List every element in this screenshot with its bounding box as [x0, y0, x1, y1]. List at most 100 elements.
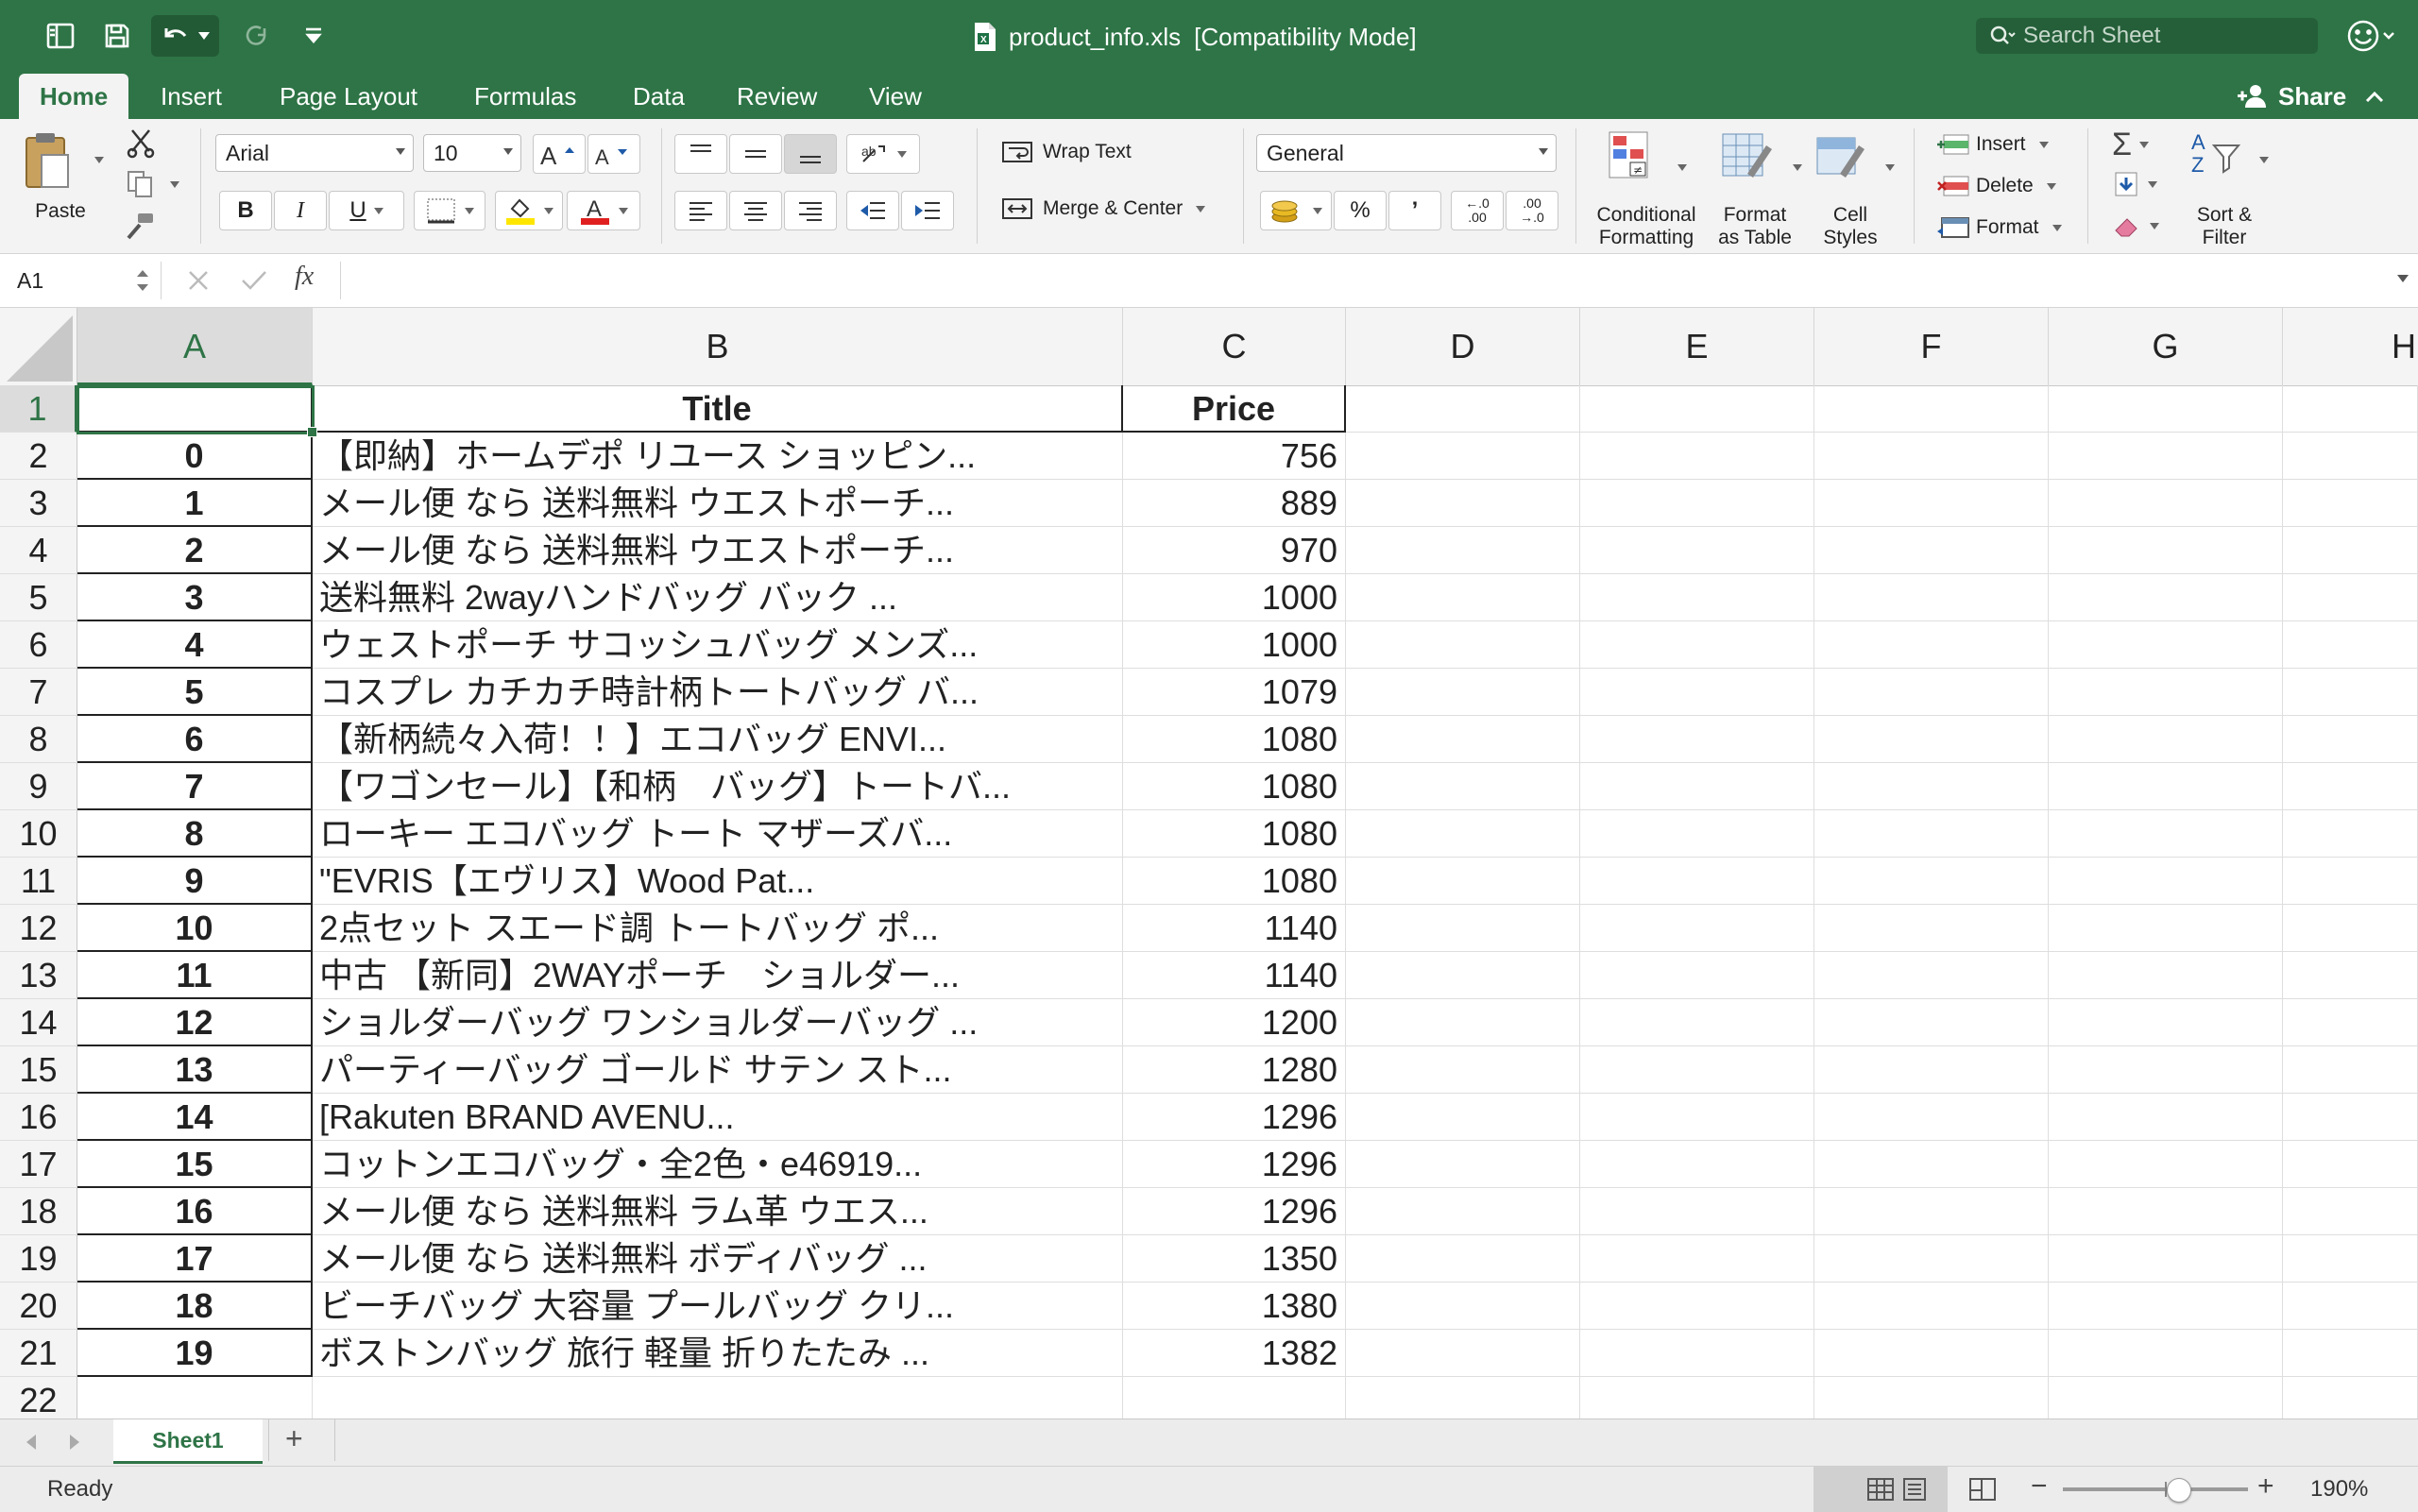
row-header[interactable]: 7 [0, 669, 77, 716]
cell-price[interactable]: 1080 [1123, 763, 1346, 810]
insert-cells-button[interactable]: Insert [1936, 128, 2049, 161]
cell-price[interactable]: 1296 [1123, 1141, 1346, 1188]
insert-function-icon[interactable]: fx [295, 262, 314, 292]
cell[interactable] [1580, 621, 1814, 669]
cell[interactable] [2049, 480, 2283, 527]
cell-index[interactable]: 8 [77, 810, 313, 858]
cell-title[interactable]: "EVRIS【エヴリス】Wood Pat... [313, 858, 1123, 905]
cell[interactable] [1346, 527, 1580, 574]
cell[interactable] [1346, 1188, 1580, 1235]
tab-home[interactable]: Home [19, 74, 129, 119]
cell[interactable] [2049, 385, 2283, 433]
cell-index[interactable]: 11 [77, 952, 313, 999]
increase-font-size-button[interactable]: A [533, 134, 586, 174]
cell-title[interactable]: コスプレ カチカチ時計柄トートバッグ バ... [313, 669, 1123, 716]
cell[interactable] [2049, 433, 2283, 480]
tab-page-layout[interactable]: Page Layout [280, 74, 417, 119]
cell-price[interactable]: 1140 [1123, 905, 1346, 952]
tab-formulas[interactable]: Formulas [474, 74, 576, 119]
cell-title[interactable]: メール便 なら 送料無料 ウエストポーチ... [313, 527, 1123, 574]
cell-price[interactable]: 1296 [1123, 1094, 1346, 1141]
font-size-select[interactable]: 10 [423, 134, 521, 172]
paste-button[interactable] [21, 130, 77, 196]
cell[interactable] [1580, 1283, 1814, 1330]
row-header[interactable]: 17 [0, 1141, 77, 1188]
cell[interactable] [77, 1377, 313, 1419]
font-color-button[interactable]: A [567, 191, 640, 230]
tab-view[interactable]: View [869, 74, 922, 119]
search-sheet-input[interactable]: Search Sheet [1976, 18, 2318, 54]
cell[interactable] [2283, 621, 2418, 669]
sheet-tab-sheet1[interactable]: Sheet1 [113, 1419, 263, 1464]
cell[interactable] [1346, 1330, 1580, 1377]
cell[interactable] [1814, 433, 2049, 480]
cell[interactable] [2049, 1235, 2283, 1283]
cell[interactable] [1580, 1141, 1814, 1188]
cell[interactable] [1346, 952, 1580, 999]
sidebar-toggle-icon[interactable] [42, 17, 79, 55]
cell[interactable] [2283, 385, 2418, 433]
fill-handle[interactable] [307, 427, 317, 437]
conditional-formatting-button[interactable]: ≠ Conditional Formatting [1592, 128, 1700, 251]
previous-sheet-icon[interactable] [26, 1435, 36, 1450]
cell[interactable] [1814, 574, 2049, 621]
cell[interactable] [2049, 1188, 2283, 1235]
merge-center-button[interactable]: Merge & Center [1001, 196, 1206, 221]
save-icon[interactable] [98, 17, 136, 55]
cell-title[interactable]: パーティーバッグ ゴールド サテン スト... [313, 1046, 1123, 1094]
row-header[interactable]: 10 [0, 810, 77, 858]
cell[interactable] [2283, 1046, 2418, 1094]
cell[interactable] [1814, 716, 2049, 763]
page-break-view-icon[interactable] [1968, 1477, 1997, 1508]
format-as-table-button[interactable]: Format as Table [1710, 128, 1802, 251]
cell[interactable] [2283, 669, 2418, 716]
cell-title[interactable]: 【即納】ホームデポ リユース ショッピン... [313, 433, 1123, 480]
row-header[interactable]: 19 [0, 1235, 77, 1283]
cell[interactable] [2283, 527, 2418, 574]
cell[interactable] [2283, 1330, 2418, 1377]
cell-index[interactable]: 9 [77, 858, 313, 905]
row-header[interactable]: 8 [0, 716, 77, 763]
zoom-slider-track[interactable] [2063, 1487, 2248, 1491]
cell-index[interactable]: 18 [77, 1283, 313, 1330]
column-header-h[interactable]: H [2283, 308, 2418, 385]
cell[interactable] [2049, 1046, 2283, 1094]
cell[interactable] [1346, 763, 1580, 810]
cell[interactable] [1346, 858, 1580, 905]
row-header[interactable]: 11 [0, 858, 77, 905]
cell-price[interactable]: 1080 [1123, 716, 1346, 763]
row-header[interactable]: 12 [0, 905, 77, 952]
cell-title[interactable]: メール便 なら 送料無料 ウエストポーチ... [313, 480, 1123, 527]
bold-button[interactable]: B [219, 191, 272, 230]
cell[interactable] [2049, 669, 2283, 716]
cell[interactable] [1814, 763, 2049, 810]
cell[interactable] [2283, 905, 2418, 952]
cell[interactable] [2283, 1283, 2418, 1330]
cell[interactable] [1814, 1094, 2049, 1141]
redo-icon[interactable] [238, 17, 276, 55]
share-button[interactable]: Share [2237, 74, 2384, 119]
cell-index[interactable]: 2 [77, 527, 313, 574]
cell[interactable] [1814, 669, 2049, 716]
decrease-font-size-button[interactable]: A [587, 134, 640, 174]
customize-toolbar-icon[interactable] [295, 17, 332, 55]
row-header[interactable]: 9 [0, 763, 77, 810]
format-painter-icon[interactable] [125, 210, 157, 246]
clear-button[interactable] [2112, 212, 2159, 240]
cell[interactable] [1346, 1141, 1580, 1188]
cell-price[interactable]: 1000 [1123, 621, 1346, 669]
cell-index[interactable]: 10 [77, 905, 313, 952]
cell[interactable] [1580, 763, 1814, 810]
cell[interactable] [2283, 810, 2418, 858]
cell[interactable] [1580, 1377, 1814, 1419]
cell-index[interactable]: 3 [77, 574, 313, 621]
cancel-entry-icon[interactable] [185, 267, 212, 298]
cell[interactable] [1580, 810, 1814, 858]
comma-style-button[interactable]: ’ [1388, 191, 1441, 230]
cell[interactable] [1580, 669, 1814, 716]
zoom-slider-thumb[interactable] [2167, 1478, 2191, 1503]
row-header[interactable]: 20 [0, 1283, 77, 1330]
autosum-button[interactable]: Σ [2112, 127, 2150, 163]
cell-title[interactable]: [Rakuten BRAND AVENU... [313, 1094, 1123, 1141]
name-box-stepper-icon[interactable] [134, 266, 151, 295]
